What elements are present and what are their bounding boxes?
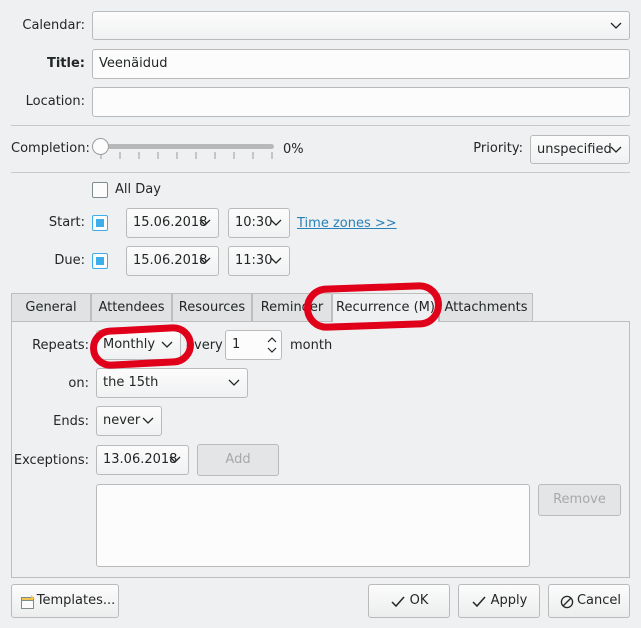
apply-button[interactable]: Apply <box>458 584 540 618</box>
exception-date-select[interactable]: 13.06.2018 <box>96 445 189 475</box>
cancel-icon <box>560 595 574 609</box>
slider-track <box>98 144 274 149</box>
start-date-select[interactable]: 15.06.2018 <box>126 208 219 238</box>
remove-exception-button[interactable]: Remove <box>538 484 621 516</box>
start-date-value: 15.06.2018 <box>133 215 208 230</box>
spin-arrows-icon[interactable] <box>267 336 277 354</box>
cancel-button[interactable]: Cancel <box>548 584 630 618</box>
start-label: Start: <box>48 215 85 230</box>
due-time-value: 11:30 <box>235 253 273 268</box>
calendar-label: Calendar: <box>22 18 85 33</box>
all-day-label: All Day <box>115 182 161 197</box>
cancel-label: Cancel <box>576 593 622 608</box>
location-input[interactable] <box>92 87 630 117</box>
start-time-select[interactable]: 10:30 <box>228 208 290 238</box>
due-date-select[interactable]: 15.06.2018 <box>126 246 219 276</box>
all-day-checkbox[interactable] <box>92 182 108 198</box>
on-value: the 15th <box>103 375 159 390</box>
due-checkbox[interactable] <box>92 253 108 269</box>
templates-button[interactable]: Templates... <box>11 584 119 618</box>
chevron-down-icon <box>610 146 622 153</box>
priority-select[interactable]: unspecified <box>530 135 630 164</box>
tab-recurrence[interactable]: Recurrence (M) <box>332 293 439 322</box>
completion-slider[interactable] <box>92 136 276 162</box>
every-spinbox[interactable]: 1 <box>225 330 282 360</box>
slider-ticks <box>100 152 273 159</box>
calendar-select[interactable] <box>92 11 630 40</box>
every-value: 1 <box>232 337 241 352</box>
repeats-value: Monthly <box>103 337 156 352</box>
add-exception-button[interactable]: Add <box>197 444 279 476</box>
templates-label: Templates... <box>36 593 116 608</box>
start-time-value: 10:30 <box>235 215 273 230</box>
location-label: Location: <box>25 94 85 109</box>
time-zones-link[interactable]: Time zones >> <box>297 216 397 232</box>
month-label: month <box>290 338 333 353</box>
separator <box>11 172 630 173</box>
checkmark-icon <box>391 596 405 608</box>
chevron-down-icon <box>199 257 211 264</box>
due-label: Due: <box>54 253 85 268</box>
tab-resources[interactable]: Resources <box>172 293 252 321</box>
chevron-down-icon <box>161 341 173 348</box>
ok-label: OK <box>409 593 429 608</box>
due-date-value: 15.06.2018 <box>133 253 208 268</box>
ends-label: Ends: <box>53 414 89 429</box>
chevron-down-icon <box>270 219 282 226</box>
start-checkbox[interactable] <box>92 215 108 231</box>
exceptions-list[interactable] <box>96 484 530 567</box>
chevron-down-icon <box>228 379 240 386</box>
due-time-select[interactable]: 11:30 <box>228 246 290 276</box>
chevron-down-icon <box>142 417 154 424</box>
every-label: every <box>186 338 223 353</box>
priority-value: unspecified <box>537 142 612 157</box>
chevron-down-icon <box>610 22 622 29</box>
repeats-select[interactable]: Monthly <box>96 330 181 360</box>
completion-label: Completion: <box>11 141 90 156</box>
chevron-down-icon <box>169 456 181 463</box>
chevron-down-icon <box>270 257 282 264</box>
tab-general[interactable]: General <box>11 293 91 321</box>
tab-attendees[interactable]: Attendees <box>91 293 172 321</box>
apply-label: Apply <box>490 593 528 608</box>
ok-button[interactable]: OK <box>368 584 450 618</box>
ends-select[interactable]: never <box>96 406 162 436</box>
exceptions-label: Exceptions: <box>13 453 89 468</box>
tab-reminder[interactable]: Reminder <box>252 293 332 321</box>
priority-label: Priority: <box>473 141 523 156</box>
completion-value: 0% <box>283 142 304 157</box>
chevron-down-icon <box>199 219 211 226</box>
ends-value: never <box>103 413 141 428</box>
templates-icon <box>21 595 35 609</box>
tab-attachments[interactable]: Attachments <box>439 293 533 321</box>
checkmark-icon <box>472 596 486 608</box>
separator <box>11 125 630 126</box>
exception-date-value: 13.06.2018 <box>103 452 178 467</box>
on-label: on: <box>68 376 89 391</box>
title-label: Title: <box>46 56 85 71</box>
repeats-label: Repeats: <box>32 338 89 353</box>
slider-handle[interactable] <box>92 138 109 155</box>
title-input[interactable]: Veenäidud <box>92 49 630 79</box>
on-select[interactable]: the 15th <box>96 368 248 398</box>
